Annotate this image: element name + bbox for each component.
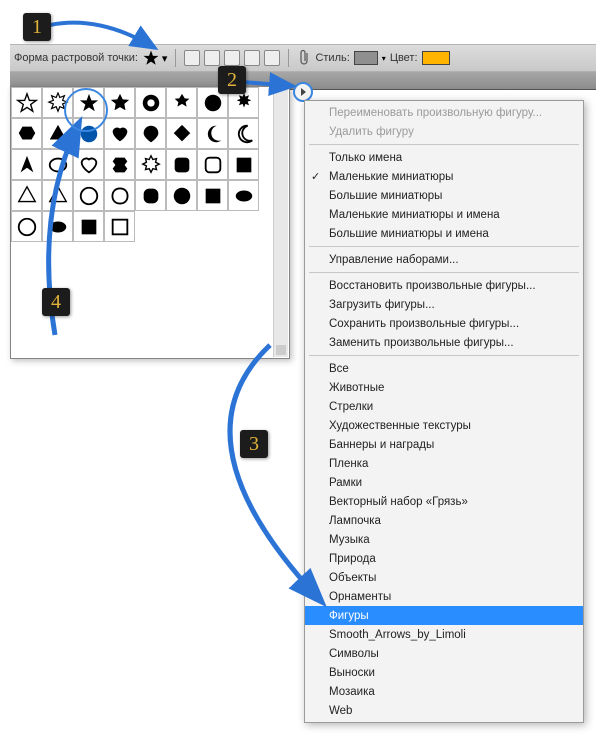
shape-cell[interactable] [197,149,228,180]
menu-separator [309,272,579,273]
menu-item[interactable]: Рамки [305,473,583,492]
shape-picker-panel [10,86,290,359]
menu-item[interactable]: Маленькие миниатюры и имена [305,205,583,224]
star-icon [142,49,160,67]
callout-2: 2 [218,66,246,94]
menu-item[interactable]: Природа [305,549,583,568]
menu-item[interactable]: Орнаменты [305,587,583,606]
panel-flyout-button[interactable] [293,82,313,102]
color-swatch[interactable] [422,51,450,65]
shape-cell[interactable] [104,149,135,180]
shape-cell[interactable] [166,118,197,149]
callout-3: 3 [240,430,268,458]
menu-item[interactable]: Маленькие миниатюры [305,167,583,186]
menu-item: Удалить фигуру [305,122,583,141]
shape-cell[interactable] [73,180,104,211]
menu-item[interactable]: Заменить произвольные фигуры... [305,333,583,352]
shape-cell[interactable] [11,87,42,118]
shape-cell[interactable] [104,211,135,242]
paperclip-icon[interactable] [297,49,311,67]
shape-cell[interactable] [104,118,135,149]
shape-cell[interactable] [42,180,73,211]
shape-cell[interactable] [166,87,197,118]
menu-item[interactable]: Объекты [305,568,583,587]
mode-button-2[interactable] [204,50,220,66]
shape-cell[interactable] [135,118,166,149]
annotation-circle [64,88,108,132]
color-label: Цвет: [390,52,418,64]
menu-item[interactable]: Smooth_Arrows_by_Limoli [305,625,583,644]
shape-cell[interactable] [228,118,259,149]
shape-cell[interactable] [104,180,135,211]
shape-cell[interactable] [11,180,42,211]
shape-cell[interactable] [228,180,259,211]
menu-item[interactable]: Большие миниатюры и имена [305,224,583,243]
shape-cell[interactable] [42,149,73,180]
menu-separator [309,246,579,247]
shape-cell[interactable] [135,180,166,211]
shape-cell[interactable] [11,149,42,180]
menu-item[interactable]: Животные [305,378,583,397]
menu-item[interactable]: Большие миниатюры [305,186,583,205]
shape-cell[interactable] [166,180,197,211]
menu-item: Переименовать произвольную фигуру... [305,103,583,122]
callout-4: 4 [42,288,70,316]
shape-cell[interactable] [11,118,42,149]
shape-cell[interactable] [197,180,228,211]
shape-preset-menu: Переименовать произвольную фигуру...Удал… [304,100,584,723]
mode-button-1[interactable] [184,50,200,66]
menu-item[interactable]: Символы [305,644,583,663]
mode-button-4[interactable] [244,50,260,66]
shape-cell[interactable] [228,149,259,180]
menu-item[interactable]: Мозаика [305,682,583,701]
mode-button-3[interactable] [224,50,240,66]
menu-item[interactable]: Стрелки [305,397,583,416]
shape-cell[interactable] [104,87,135,118]
menu-item[interactable]: Художественные текстуры [305,416,583,435]
menu-item[interactable]: Web [305,701,583,720]
menu-item[interactable]: Пленка [305,454,583,473]
menu-item[interactable]: Векторный набор «Грязь» [305,492,583,511]
panel-scrollbar[interactable] [273,88,288,357]
menu-item[interactable]: Сохранить произвольные фигуры... [305,314,583,333]
style-swatch[interactable] [354,51,378,65]
shape-field-label: Форма растровой точки: [14,52,138,64]
menu-separator [309,144,579,145]
shape-cell[interactable] [197,118,228,149]
menu-item[interactable]: Фигуры [305,606,583,625]
menu-item[interactable]: Загрузить фигуры... [305,295,583,314]
chevron-down-icon[interactable]: ▾ [382,54,386,63]
shape-cell[interactable] [166,149,197,180]
shape-cell[interactable] [73,211,104,242]
shape-grid [11,87,289,242]
shape-cell[interactable] [73,149,104,180]
menu-separator [309,355,579,356]
separator [175,49,176,67]
shape-selector[interactable]: ▾ [142,49,168,67]
options-bar: Форма растровой точки: ▾ Стиль: ▾ Цвет: [10,44,596,72]
style-label: Стиль: [315,52,349,64]
shape-cell[interactable] [135,149,166,180]
menu-item[interactable]: Выноски [305,663,583,682]
shape-cell[interactable] [42,211,73,242]
shape-cell[interactable] [11,211,42,242]
separator [288,49,289,67]
shape-cell[interactable] [135,87,166,118]
menu-item[interactable]: Лампочка [305,511,583,530]
menu-item[interactable]: Баннеры и награды [305,435,583,454]
menu-item[interactable]: Все [305,359,583,378]
mode-button-5[interactable] [264,50,280,66]
menu-item[interactable]: Восстановить произвольные фигуры... [305,276,583,295]
menu-item[interactable]: Управление наборами... [305,250,583,269]
menu-item[interactable]: Только имена [305,148,583,167]
chevron-down-icon: ▾ [162,52,168,65]
menu-item[interactable]: Музыка [305,530,583,549]
callout-1: 1 [23,13,51,41]
